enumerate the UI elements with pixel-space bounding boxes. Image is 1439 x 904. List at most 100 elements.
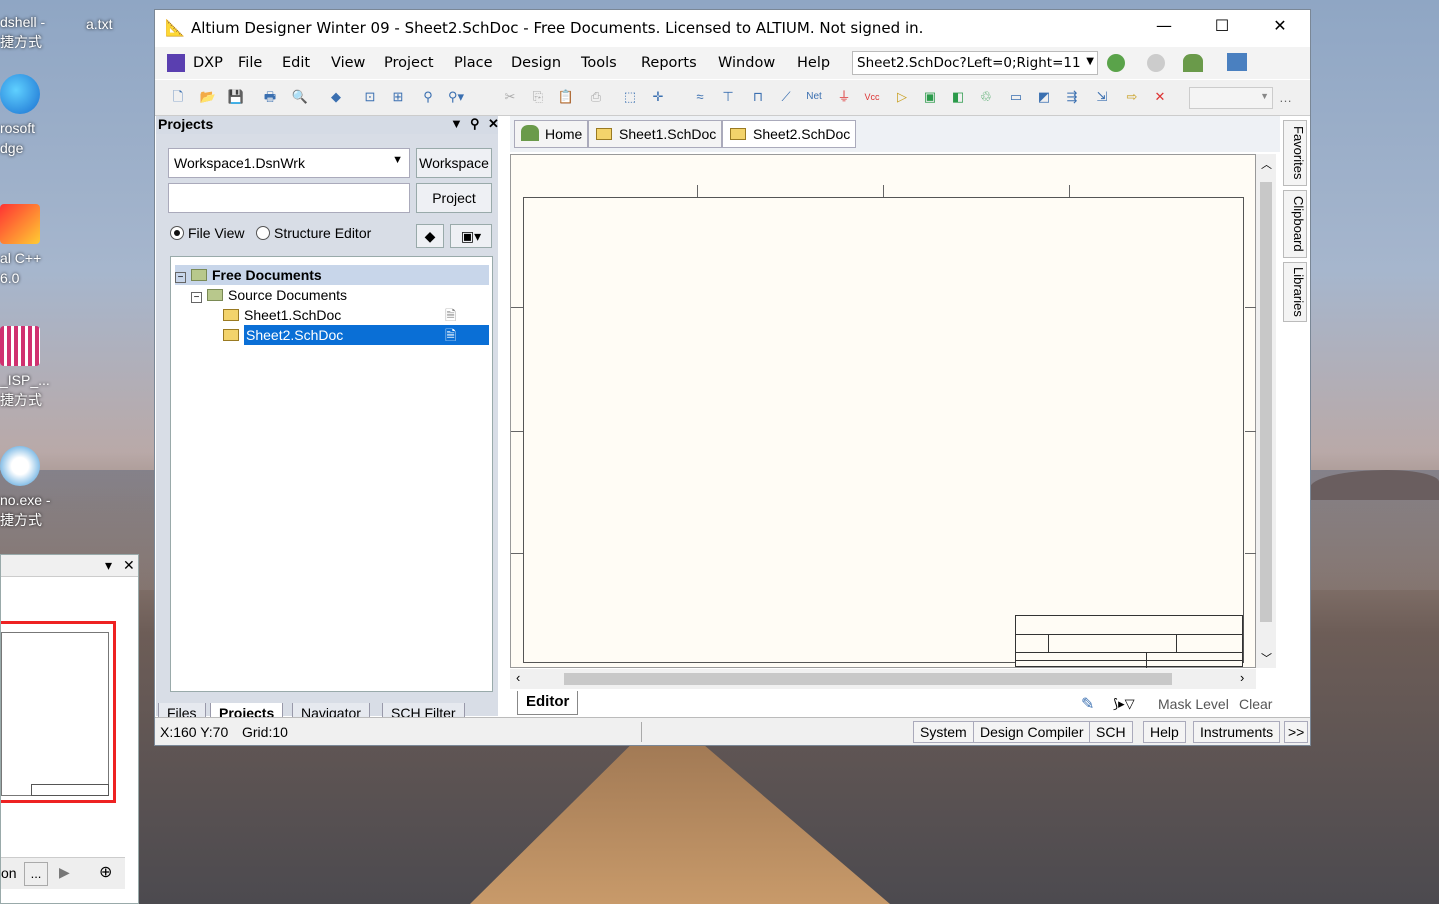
maximize-button[interactable]: ☐	[1199, 16, 1245, 40]
compile-icon[interactable]: ◆	[416, 224, 444, 248]
pin-icon[interactable]: ⚲	[470, 116, 480, 132]
bus-icon[interactable]: ⊤	[719, 88, 737, 106]
wire-icon[interactable]: ≈	[691, 88, 709, 106]
file-view-radio[interactable]: File View	[170, 225, 245, 241]
sheet-entry-2-icon[interactable]: ⇲	[1093, 88, 1111, 106]
layers-icon[interactable]: ◆	[327, 88, 345, 106]
tree-doc-sheet2[interactable]: Sheet2.SchDoc 🗎	[223, 325, 489, 345]
net-label-icon[interactable]: Net	[805, 88, 823, 106]
collapse-icon[interactable]: −	[175, 272, 186, 283]
menu-design[interactable]: Design	[511, 55, 561, 71]
desktop-icon-atxt[interactable]: a.txt	[86, 14, 144, 34]
part-icon[interactable]: ▷	[893, 88, 911, 106]
status-help[interactable]: Help	[1143, 721, 1186, 743]
sheet-symbol-icon[interactable]: ▣	[921, 88, 939, 106]
save-icon[interactable]: 💾	[227, 88, 245, 106]
vcc-icon[interactable]: Vcc	[863, 88, 881, 106]
open-icon[interactable]: 📂	[199, 88, 217, 106]
mask-level-button[interactable]: Mask Level	[1158, 696, 1229, 712]
scroll-down-icon[interactable]: ﹀	[1261, 650, 1272, 666]
desktop-icon-dshell[interactable]: dshell - 捷方式	[0, 12, 58, 52]
menu-view[interactable]: View	[331, 55, 365, 71]
tab-sheet2[interactable]: Sheet2.SchDoc	[722, 120, 857, 148]
device-sheet-icon[interactable]: ♲	[977, 88, 995, 106]
c-code-icon[interactable]: ▭	[1007, 88, 1025, 106]
collapse-icon[interactable]: −	[191, 292, 202, 303]
workspace-combo[interactable]: Workspace1.DsnWrk ▼	[168, 148, 410, 178]
zoom-all-icon[interactable]: ⊡	[361, 88, 379, 106]
paste-icon[interactable]: 📋	[557, 88, 575, 106]
close-button[interactable]: ✕	[1257, 16, 1303, 40]
tab-favorites[interactable]: Favorites	[1283, 120, 1307, 186]
menu-dxp[interactable]: DXP	[193, 55, 223, 71]
project-options-icon[interactable]: ▣▾	[450, 224, 492, 248]
desktop-icon-edge[interactable]: rosoft dge	[0, 74, 58, 158]
desktop-icon-vc[interactable]: al C++ 6.0	[0, 204, 58, 288]
address-combo[interactable]: Sheet2.SchDoc?Left=0;Right=11 ▼	[852, 51, 1098, 75]
close-icon[interactable]: ✕	[123, 557, 135, 574]
copy-icon[interactable]: ⎘	[529, 88, 547, 106]
scroll-thumb[interactable]	[1260, 182, 1272, 622]
structure-editor-radio[interactable]: Structure Editor	[256, 225, 371, 241]
no-erc-icon[interactable]: ✕	[1151, 88, 1169, 106]
minimize-button[interactable]: —	[1141, 16, 1187, 40]
status-instruments[interactable]: Instruments	[1193, 721, 1281, 743]
harness-icon[interactable]: ⊓	[749, 88, 767, 106]
more-button[interactable]: ...	[24, 862, 48, 886]
overflow-icon[interactable]: …	[1279, 90, 1292, 105]
new-icon[interactable]: 🗋	[169, 88, 187, 106]
forward-icon[interactable]	[1147, 54, 1165, 72]
filter-combo[interactable]: ▼	[1189, 87, 1273, 109]
workspace-button[interactable]: Workspace	[416, 148, 492, 178]
bus-entry-icon[interactable]: ⟋	[777, 88, 795, 106]
print-icon[interactable]: 🖶	[261, 88, 279, 106]
menu-edit[interactable]: Edit	[282, 55, 310, 71]
tab-libraries[interactable]: Libraries	[1283, 262, 1307, 322]
menu-file[interactable]: File	[238, 55, 262, 71]
scroll-right-icon[interactable]: ›	[1240, 670, 1244, 685]
menu-project[interactable]: Project	[384, 55, 434, 71]
scroll-up-icon[interactable]: ︿	[1261, 156, 1272, 172]
port-icon[interactable]: ◩	[1035, 88, 1053, 106]
menu-help[interactable]: Help	[797, 55, 830, 71]
panel-close-icon[interactable]: ✕	[488, 116, 499, 132]
clear-button[interactable]: Clear	[1239, 696, 1272, 712]
scroll-thumb[interactable]	[564, 673, 1172, 685]
home-nav-icon[interactable]	[1183, 54, 1203, 72]
pen-icon[interactable]: ✎	[1081, 694, 1094, 714]
project-input[interactable]	[168, 183, 410, 213]
status-design-compiler[interactable]: Design Compiler	[973, 721, 1091, 743]
cut-icon[interactable]: ✂	[501, 88, 519, 106]
status-sch[interactable]: SCH	[1089, 721, 1133, 743]
tree-doc-sheet1[interactable]: Sheet1.SchDoc 🗎	[223, 305, 489, 325]
zoom-selected-icon[interactable]: ⚲	[419, 88, 437, 106]
select-area-icon[interactable]: ⬚	[621, 88, 639, 106]
gnd-icon[interactable]: ⏚	[835, 88, 853, 106]
sheet-entry-icon[interactable]: ◧	[949, 88, 967, 106]
zoom-area-icon[interactable]: ⊞	[389, 88, 407, 106]
menu-tools[interactable]: Tools	[581, 55, 617, 71]
vertical-scrollbar[interactable]: ︿ ﹀	[1256, 154, 1276, 668]
dropdown-icon[interactable]: ▾	[105, 557, 112, 574]
menu-window[interactable]: Window	[718, 55, 775, 71]
project-button[interactable]: Project	[416, 183, 492, 213]
directives-icon[interactable]: ⇶	[1063, 88, 1081, 106]
play-icon[interactable]: ▶	[59, 864, 70, 881]
tree-root[interactable]: − Free Documents	[175, 265, 489, 285]
tab-clipboard[interactable]: Clipboard	[1283, 190, 1307, 258]
move-icon[interactable]: ✛	[649, 88, 667, 106]
panel-menu-icon[interactable]: ▼	[450, 116, 463, 131]
menu-place[interactable]: Place	[454, 55, 493, 71]
schematic-sheet[interactable]	[510, 154, 1257, 668]
rubber-stamp-icon[interactable]: ⎙	[587, 88, 605, 106]
horizontal-scrollbar[interactable]: ‹ ›	[510, 669, 1256, 689]
editor-tab[interactable]: Editor	[517, 691, 579, 715]
status-system[interactable]: System	[913, 721, 974, 743]
tree-folder[interactable]: − Source Documents	[191, 285, 347, 305]
desktop-icon-isp[interactable]: _ISP_... 捷方式	[0, 326, 58, 410]
filter-icon[interactable]: ⟆▸▽	[1113, 696, 1135, 712]
menu-reports[interactable]: Reports	[641, 55, 697, 71]
tab-home[interactable]: Home	[514, 120, 589, 148]
print-preview-icon[interactable]: 🔍	[291, 88, 309, 106]
chart-icon[interactable]	[1227, 53, 1247, 71]
